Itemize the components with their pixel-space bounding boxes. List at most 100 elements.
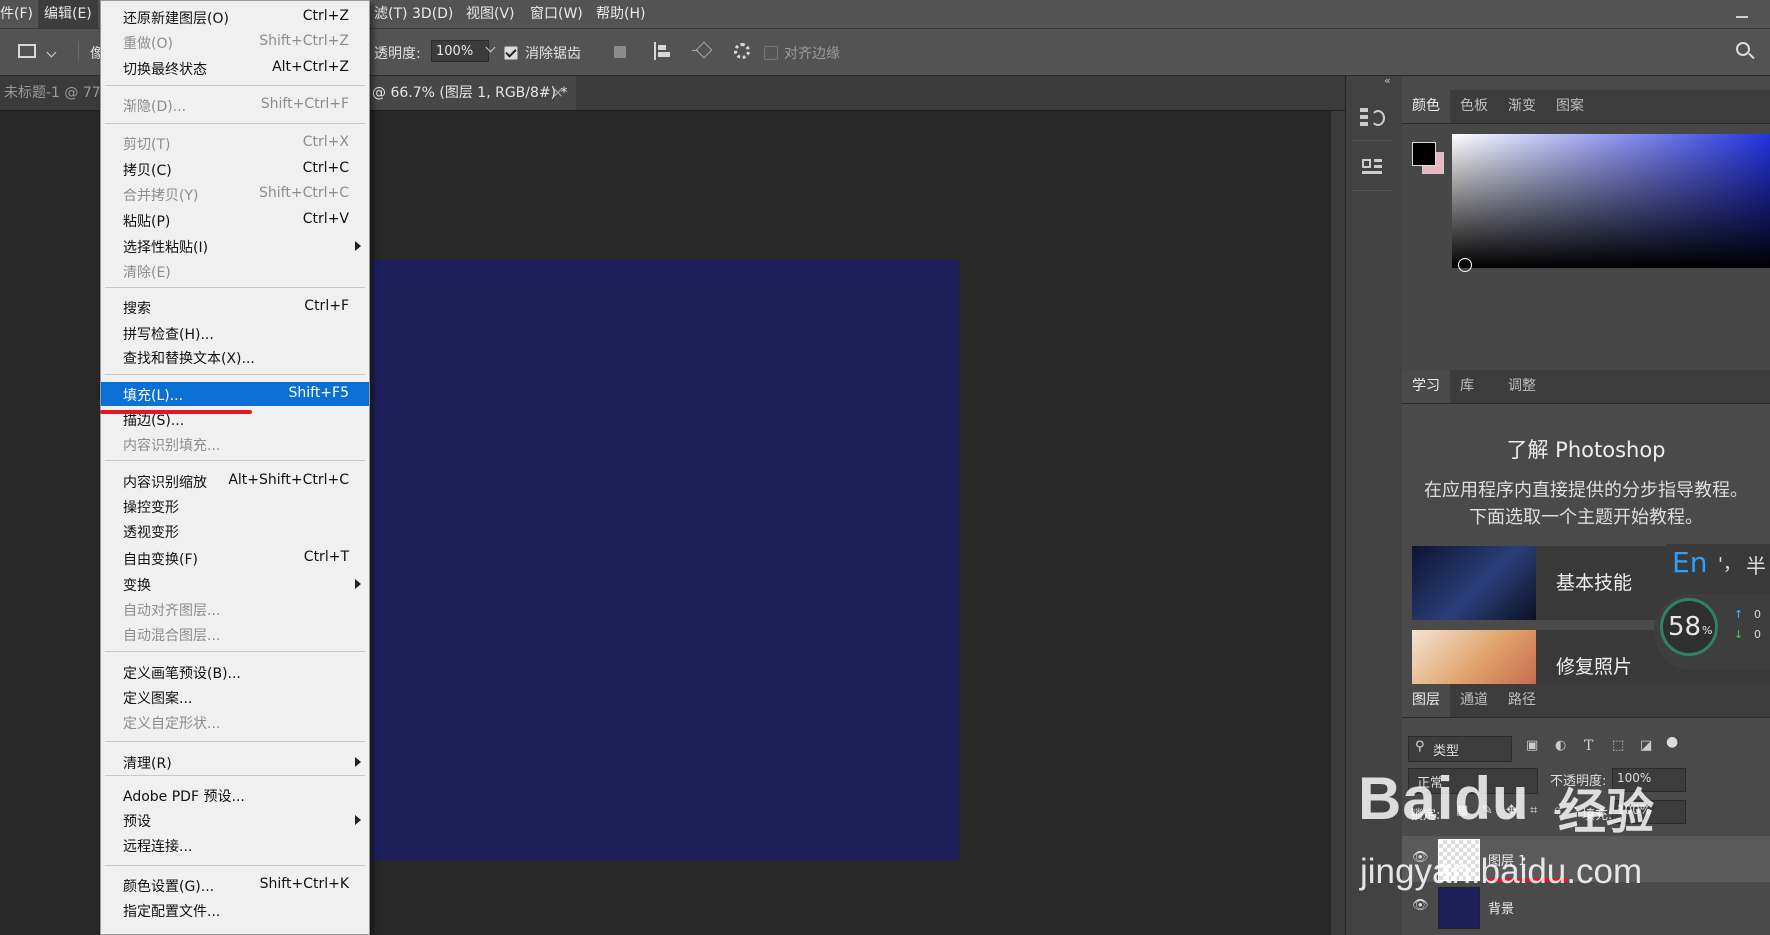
meter-down: 0 — [1754, 628, 1761, 641]
tab-learn[interactable]: 学习 — [1402, 370, 1450, 403]
menu-item[interactable]: 选择性粘贴(I) — [101, 234, 369, 258]
history-icon[interactable] — [1360, 106, 1385, 130]
ime-punct: '， — [1718, 554, 1741, 575]
menu-item[interactable]: Adobe PDF 预设... — [101, 783, 369, 807]
chevron-down-icon[interactable] — [46, 47, 57, 58]
menu-item[interactable]: 搜索 Ctrl+F — [101, 295, 369, 319]
menu-item-label: 搜索 — [123, 301, 151, 317]
menu-item-label: 还原新建图层(O) — [123, 11, 229, 27]
menu-file[interactable]: 件(F) — [0, 0, 39, 28]
menu-item: 定义自定形状... — [101, 710, 369, 734]
smart-object-filter-icon[interactable]: ◪ — [1640, 738, 1652, 753]
tab-untitled[interactable]: 未标题-1 @ 77 — [4, 76, 101, 110]
menu-window[interactable]: 窗口(W) — [524, 0, 589, 28]
color-field[interactable] — [1452, 134, 1770, 268]
menu-edit[interactable]: 编辑(E) — [38, 0, 98, 28]
menu-item-shortcut: Alt+Shift+Ctrl+C — [228, 472, 349, 488]
antialias-checkbox[interactable] — [504, 46, 518, 60]
tab-patterns[interactable]: 图案 — [1546, 90, 1594, 123]
color-picker-cursor[interactable] — [1458, 258, 1472, 272]
rectangle-marquee-icon[interactable] — [18, 44, 36, 58]
align-icon[interactable] — [654, 42, 672, 60]
layer-filter-select[interactable]: ⚲ 类型 — [1408, 736, 1512, 762]
menu-item[interactable]: 拼写检查(H)... — [101, 321, 369, 345]
path-operations-icon[interactable] — [614, 46, 626, 58]
menu-item[interactable]: 切换最终状态 Alt+Ctrl+Z — [101, 56, 369, 80]
minimize-button[interactable] — [1732, 4, 1752, 24]
lock-artboard-icon[interactable]: ⌗ — [1530, 803, 1537, 818]
filter-toggle-icon[interactable]: ● — [1666, 734, 1678, 750]
menu-item-shortcut: Shift+Ctrl+F — [260, 96, 349, 112]
menu-item[interactable]: 粘贴(P) Ctrl+V — [101, 208, 369, 232]
search-icon[interactable] — [1736, 42, 1755, 60]
menu-item-label: 变换 — [123, 578, 151, 594]
menu-item[interactable]: 填充(L)... Shift+F5 — [101, 382, 369, 406]
tab-paths[interactable]: 路径 — [1498, 684, 1546, 717]
menu-item-label: 拼写检查(H)... — [123, 327, 214, 343]
tab-swatches[interactable]: 色板 — [1450, 90, 1498, 123]
menu-help[interactable]: 帮助(H) — [590, 0, 651, 28]
menu-item[interactable]: 颜色设置(G)... Shift+Ctrl+K — [101, 873, 369, 897]
align-edges-checkbox[interactable] — [764, 46, 778, 60]
tab-channels[interactable]: 通道 — [1450, 684, 1498, 717]
adjustment-filter-icon[interactable]: ◐ — [1555, 738, 1566, 753]
layer-name[interactable]: 背景 — [1488, 898, 1514, 917]
tab-libraries[interactable]: 库 — [1450, 370, 1484, 403]
submenu-arrow-icon — [355, 815, 361, 825]
menu-item[interactable]: 操控变形 — [101, 494, 369, 518]
shape-filter-icon[interactable]: ⬚ — [1612, 738, 1624, 753]
type-filter-icon[interactable]: T — [1584, 738, 1593, 754]
close-icon[interactable]: × — [552, 76, 564, 110]
eye-icon[interactable]: 👁︎ — [1412, 898, 1429, 913]
menu-item[interactable]: 查找和替换文本(X)... — [101, 345, 369, 369]
vertical-scrollbar[interactable] — [1330, 111, 1345, 935]
menu-item[interactable]: 预设 — [101, 808, 369, 832]
collapse-icon[interactable]: « — [1384, 74, 1391, 87]
menu-item[interactable]: 变换 — [101, 572, 369, 596]
menu-item[interactable]: 透视变形 — [101, 519, 369, 543]
tab-active[interactable]: @ 66.7% (图层 1, RGB/8#) * × — [360, 76, 576, 110]
menu-separator — [105, 85, 365, 86]
tab-layers[interactable]: 图层 — [1402, 684, 1450, 717]
opacity-input[interactable]: 100% — [431, 40, 489, 62]
menu-item-label: 填充(L)... — [123, 388, 184, 404]
canvas-document[interactable] — [372, 260, 959, 860]
menu-item-label: 内容识别填充... — [123, 438, 221, 454]
learn-panel: 了解 Photoshop 在应用程序内直接提供的分步指导教程。 下面选取一个主题… — [1402, 404, 1770, 684]
gear-icon[interactable] — [734, 43, 750, 59]
menu-separator — [105, 741, 365, 742]
menu-item-label: 自由变换(F) — [123, 552, 198, 568]
ime-indicator[interactable]: En '， 半 — [1666, 544, 1770, 582]
arrange-icon[interactable] — [692, 41, 713, 60]
menu-item-label: 透视变形 — [123, 525, 179, 541]
menu-item[interactable]: 自由变换(F) Ctrl+T — [101, 546, 369, 570]
menu-item[interactable]: 定义画笔预设(B)... — [101, 660, 369, 684]
properties-icon[interactable] — [1360, 156, 1384, 180]
menu-item-shortcut: Ctrl+V — [302, 211, 349, 227]
tab-color[interactable]: 颜色 — [1402, 90, 1450, 123]
menu-item[interactable]: 内容识别缩放 Alt+Shift+Ctrl+C — [101, 469, 369, 493]
menu-view[interactable]: 视图(V) — [460, 0, 521, 28]
menu-item[interactable]: 拷贝(C) Ctrl+C — [101, 157, 369, 181]
menu-item-label: 定义图案... — [123, 691, 193, 707]
card-title: 修复照片 — [1556, 656, 1633, 678]
foreground-color-swatch[interactable] — [1412, 142, 1436, 166]
ime-width: 半 — [1746, 554, 1766, 578]
menu-item[interactable]: 远程连接... — [101, 833, 369, 857]
menu-item: 内容识别填充... — [101, 432, 369, 456]
edit-menu: 还原新建图层(O) Ctrl+Z 重做(O) Shift+Ctrl+Z 切换最终状态 Al… — [100, 0, 370, 935]
menu-item[interactable]: 定义图案... — [101, 685, 369, 709]
menu-separator — [105, 460, 365, 461]
menu-item-label: 颜色设置(G)... — [123, 879, 215, 895]
tab-adjustments[interactable]: 调整 — [1498, 370, 1546, 403]
tab-gradients[interactable]: 渐变 — [1498, 90, 1546, 123]
menu-separator — [105, 287, 365, 288]
speed-meter-widget[interactable]: 58 % ↑ ↓ 0 0 — [1654, 594, 1770, 670]
pixel-filter-icon[interactable]: ▣ — [1526, 738, 1538, 753]
menu-item: 重做(O) Shift+Ctrl+Z — [101, 30, 369, 54]
menu-item[interactable]: 清理(R) — [101, 750, 369, 774]
menu-item-shortcut: Ctrl+F — [304, 298, 349, 314]
menu-3d[interactable]: 3D(D) — [406, 0, 459, 28]
menu-item[interactable]: 还原新建图层(O) Ctrl+Z — [101, 5, 369, 29]
menu-item[interactable]: 指定配置文件... — [101, 898, 369, 922]
